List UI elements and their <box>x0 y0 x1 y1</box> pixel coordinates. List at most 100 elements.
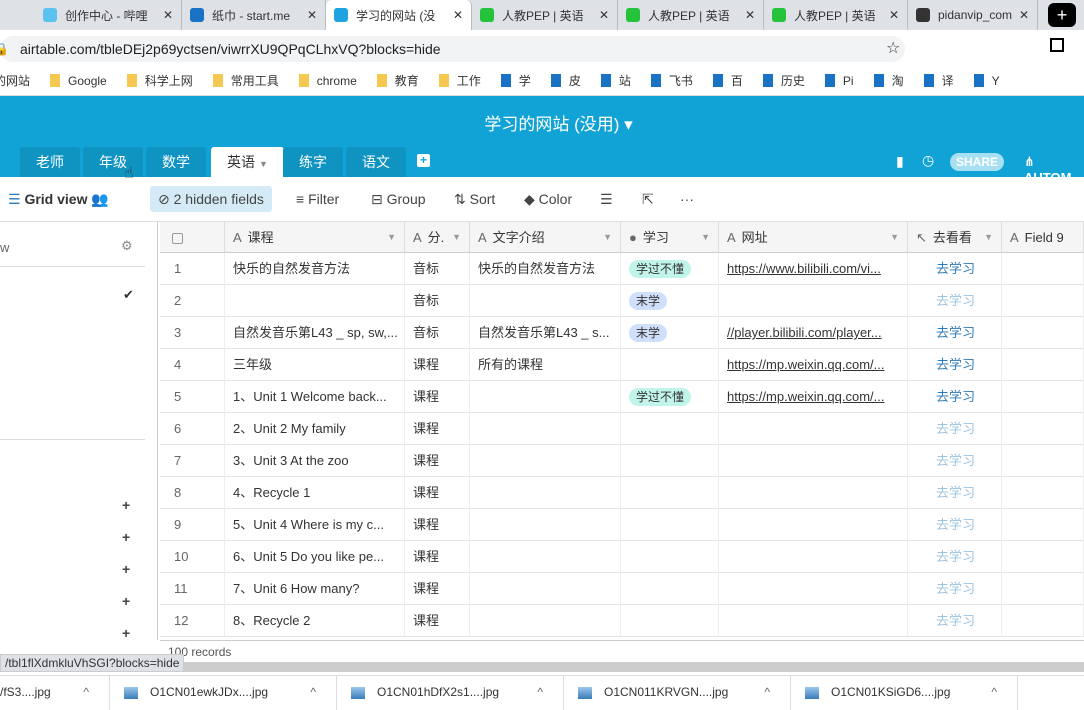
history-icon[interactable]: ◷ <box>922 152 934 169</box>
go-study-button[interactable]: 去学习 <box>936 357 975 372</box>
column-header[interactable]: A 分. ▼ <box>405 222 470 253</box>
more-icon[interactable]: ··· <box>672 186 702 212</box>
course-cell[interactable]: 6、Unit 5 Do you like pe... <box>225 541 405 573</box>
category-cell[interactable]: 课程 <box>405 573 470 605</box>
url-cell[interactable]: //player.bilibili.com/player... <box>719 317 908 349</box>
category-cell[interactable]: 课程 <box>405 349 470 381</box>
status-cell[interactable] <box>621 541 719 573</box>
url-cell[interactable]: https://mp.weixin.qq.com/... <box>719 349 908 381</box>
field9-cell[interactable] <box>1002 605 1084 637</box>
table-tab-1[interactable]: 年级 <box>83 147 143 177</box>
bookmark-item[interactable]: Pi <box>824 74 854 88</box>
status-cell[interactable] <box>621 509 719 541</box>
bookmark-item[interactable]: 学 <box>500 72 531 89</box>
category-cell[interactable]: 课程 <box>405 541 470 573</box>
browser-tab[interactable]: 学习的网站 (没 ✕ <box>326 0 472 30</box>
category-cell[interactable]: 课程 <box>405 445 470 477</box>
chevron-down-icon[interactable]: ▼ <box>984 222 993 253</box>
description-cell[interactable] <box>470 445 621 477</box>
chevron-down-icon[interactable]: ▼ <box>603 222 612 253</box>
url-cell[interactable]: https://www.bilibili.com/vi... <box>719 253 908 285</box>
base-title[interactable]: 学习的网站 (没用) ▾ <box>0 110 1084 135</box>
description-cell[interactable] <box>470 285 621 317</box>
table-row[interactable]: 6 2、Unit 2 My family 课程 去学习 <box>160 413 1084 445</box>
color-button[interactable]: ◆ Color <box>516 186 580 212</box>
field9-cell[interactable] <box>1002 509 1084 541</box>
description-cell[interactable] <box>470 541 621 573</box>
description-cell[interactable] <box>470 509 621 541</box>
course-cell[interactable]: 4、Recycle 1 <box>225 477 405 509</box>
add-view-icon[interactable]: + <box>122 625 130 641</box>
column-header[interactable]: A Field 9 <box>1002 222 1084 253</box>
field9-cell[interactable] <box>1002 477 1084 509</box>
status-cell[interactable] <box>621 413 719 445</box>
course-cell[interactable]: 自然发音乐第L43 _ sp, sw,... <box>225 317 405 349</box>
course-cell[interactable]: 7、Unit 6 How many? <box>225 573 405 605</box>
bookmark-item[interactable]: 译 <box>923 72 954 89</box>
description-cell[interactable]: 自然发音乐第L43 _ s... <box>470 317 621 349</box>
table-row[interactable]: 11 7、Unit 6 How many? 课程 去学习 <box>160 573 1084 605</box>
field9-cell[interactable] <box>1002 349 1084 381</box>
table-tab-4[interactable]: 练字 <box>283 147 343 177</box>
status-cell[interactable] <box>621 573 719 605</box>
table-row[interactable]: 5 1、Unit 1 Welcome back... 课程 学过不懂 https://m… <box>160 381 1084 413</box>
course-cell[interactable] <box>225 285 405 317</box>
table-tab-5[interactable]: 语文 <box>346 147 406 177</box>
category-cell[interactable]: 音标 <box>405 285 470 317</box>
close-icon[interactable]: ✕ <box>745 8 755 22</box>
category-cell[interactable]: 课程 <box>405 605 470 637</box>
chevron-up-icon[interactable]: ^ <box>764 675 770 710</box>
download-item[interactable]: O1CN011KRVGN....jpg ^ <box>564 675 791 710</box>
go-cell[interactable]: 去学习 <box>908 413 1002 445</box>
bookmark-item[interactable]: 百 <box>712 72 743 89</box>
url-cell[interactable] <box>719 413 908 445</box>
course-cell[interactable]: 3、Unit 3 At the zoo <box>225 445 405 477</box>
go-study-button[interactable]: 去学习 <box>936 293 975 308</box>
star-icon[interactable]: ☆ <box>886 38 900 58</box>
go-cell[interactable]: 去学习 <box>908 445 1002 477</box>
table-row[interactable]: 1 快乐的自然发音方法 音标 快乐的自然发音方法 学过不懂 https://www.bil… <box>160 253 1084 285</box>
sort-button[interactable]: ⇅ Sort <box>446 186 503 212</box>
go-study-button[interactable]: 去学习 <box>936 485 975 500</box>
url-cell[interactable] <box>719 573 908 605</box>
add-view-icon[interactable]: + <box>122 593 130 609</box>
extension-icon[interactable] <box>1050 38 1064 52</box>
go-cell[interactable]: 去学习 <box>908 349 1002 381</box>
table-row[interactable]: 12 8、Recycle 2 课程 去学习 <box>160 605 1084 637</box>
chevron-down-icon[interactable]: ▼ <box>387 222 396 253</box>
group-button[interactable]: ⊟ Group <box>363 186 434 212</box>
go-cell[interactable]: 去学习 <box>908 317 1002 349</box>
field9-cell[interactable] <box>1002 285 1084 317</box>
status-cell[interactable]: 学过不懂 <box>621 381 719 413</box>
table-row[interactable]: 7 3、Unit 3 At the zoo 课程 去学习 <box>160 445 1084 477</box>
bookmark-item[interactable]: 皮 <box>550 72 581 89</box>
url-cell[interactable] <box>719 509 908 541</box>
table-row[interactable]: 4 三年级 课程 所有的课程 https://mp.weixin.qq.com/... 去… <box>160 349 1084 381</box>
course-cell[interactable]: 5、Unit 4 Where is my c... <box>225 509 405 541</box>
table-row[interactable]: 10 6、Unit 5 Do you like pe... 课程 去学习 <box>160 541 1084 573</box>
column-header[interactable]: ↖ 去看看 ▼ <box>908 222 1002 253</box>
description-cell[interactable] <box>470 605 621 637</box>
go-study-button[interactable]: 去学习 <box>936 613 975 628</box>
download-item[interactable]: O1CN01hDfX2s1....jpg ^ <box>337 675 564 710</box>
gear-icon[interactable]: ⚙ <box>121 238 133 254</box>
chevron-up-icon[interactable]: ^ <box>83 675 89 710</box>
download-item[interactable]: /fS3....jpg ^ <box>0 675 110 710</box>
close-icon[interactable]: ✕ <box>599 8 609 22</box>
column-header[interactable]: ● 学习 ▼ <box>621 222 719 253</box>
go-study-button[interactable]: 去学习 <box>936 389 975 404</box>
status-cell[interactable]: 末学 <box>621 285 719 317</box>
new-tab-button[interactable]: + <box>1048 3 1076 27</box>
go-study-button[interactable]: 去学习 <box>936 261 975 276</box>
go-cell[interactable]: 去学习 <box>908 509 1002 541</box>
course-cell[interactable]: 2、Unit 2 My family <box>225 413 405 445</box>
description-cell[interactable] <box>470 477 621 509</box>
horizontal-scrollbar[interactable] <box>160 662 1084 672</box>
add-view-icon[interactable]: + <box>122 497 130 513</box>
bookmark-item[interactable]: Google <box>50 74 107 88</box>
status-cell[interactable] <box>621 477 719 509</box>
url-cell[interactable]: https://mp.weixin.qq.com/... <box>719 381 908 413</box>
table-row[interactable]: 2 音标 末学 去学习 <box>160 285 1084 317</box>
bookmark-item[interactable]: 站 <box>600 72 631 89</box>
add-view-icon[interactable]: + <box>122 529 130 545</box>
